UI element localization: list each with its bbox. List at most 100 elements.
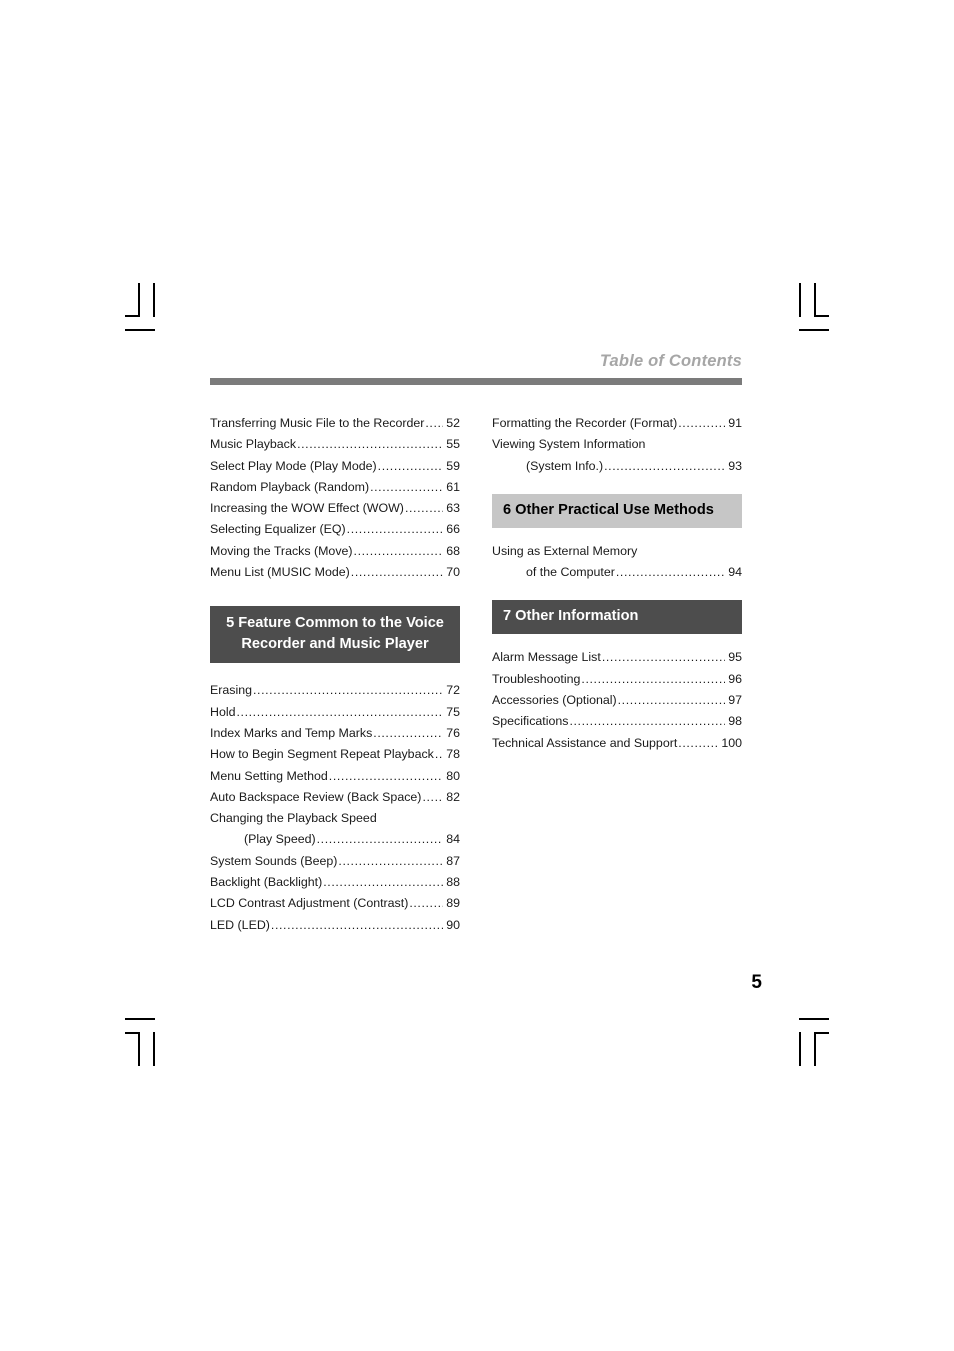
toc-entry[interactable]: Music Playback..........................… [210, 434, 460, 455]
header-rule [210, 378, 742, 385]
toc-entry[interactable]: Menu List (MUSIC Mode)..................… [210, 562, 460, 583]
section-heading-6: 6 Other Practical Use Methods [492, 493, 742, 528]
toc-entry[interactable]: Using as External Memory................… [492, 541, 742, 562]
toc-leader-dots: ........................................… [270, 917, 443, 932]
toc-entry-page-number: 52 [446, 416, 460, 430]
toc-entry-title: LED (LED) [210, 917, 270, 932]
section-heading-5-line2: Recorder and Music Player [241, 636, 429, 653]
toc-leader-dots: ........................................… [297, 437, 443, 452]
toc-entry[interactable]: Viewing System Information..............… [492, 434, 742, 455]
toc-entry-title: LCD Contrast Adjustment (Contrast) [210, 896, 409, 911]
toc-leader-dots: ........................................… [377, 458, 444, 473]
toc-entry[interactable]: (System Info.)..........................… [492, 456, 742, 477]
crop-mark-segment [799, 1032, 801, 1066]
crop-mark-segment [799, 283, 801, 317]
toc-entry[interactable]: How to Begin Segment Repeat Playback....… [210, 744, 460, 765]
toc-entry-title: Viewing System Information [492, 437, 646, 452]
toc-entry[interactable]: LCD Contrast Adjustment (Contrast)......… [210, 893, 460, 914]
crop-mark-segment [814, 1032, 816, 1066]
toc-entry[interactable]: Changing the Playback Speed.............… [210, 808, 460, 829]
toc-leader-dots: ........................................… [601, 650, 725, 665]
toc-entry[interactable]: Alarm Message List......................… [492, 647, 742, 668]
toc-columns: Transferring Music File to the Recorder.… [210, 413, 742, 936]
toc-entry-page-number: 68 [446, 543, 460, 558]
toc-entry[interactable]: Random Playback (Random)................… [210, 477, 460, 498]
toc-entry-title: Backlight (Backlight) [210, 875, 323, 890]
toc-entry[interactable]: Auto Backspace Review (Back Space)......… [210, 787, 460, 808]
toc-entry-page-number: 75 [446, 704, 460, 719]
toc-entry[interactable]: Formatting the Recorder (Format)........… [492, 413, 742, 434]
toc-entry[interactable]: Troubleshooting.........................… [492, 669, 742, 690]
toc-entry-page-number: 76 [446, 725, 460, 740]
toc-entry[interactable]: System Sounds (Beep)....................… [210, 851, 460, 872]
toc-entry[interactable]: Index Marks and Temp Marks..............… [210, 723, 460, 744]
toc-entry-title: Alarm Message List [492, 650, 601, 665]
toc-entry[interactable]: Menu Setting Method.....................… [210, 766, 460, 787]
crop-mark-bottom-left [125, 1018, 173, 1068]
crop-mark-segment [814, 283, 816, 317]
toc-entry[interactable]: Transferring Music File to the Recorder.… [210, 413, 460, 434]
toc-entry[interactable]: Increasing the WOW Effect (WOW).........… [210, 498, 460, 519]
toc-leader-dots: ........................................… [604, 458, 726, 473]
toc-entry-title: Erasing [210, 683, 253, 698]
toc-entry-title: Troubleshooting [492, 671, 581, 686]
crop-mark-segment [125, 1018, 155, 1020]
crop-mark-segment [153, 1032, 155, 1066]
toc-leader-dots: ........................................… [617, 693, 726, 708]
toc-entry-title: Increasing the WOW Effect (WOW) [210, 501, 404, 516]
toc-leader-dots: ........................................… [678, 735, 718, 750]
toc-leader-dots: ........................................… [615, 565, 726, 580]
section-heading-6-line1: 6 Other Practical Use Methods [503, 501, 714, 518]
toc-entry-title: Selecting Equalizer (EQ) [210, 522, 346, 537]
toc-leader-dots: ........................................… [353, 543, 444, 558]
toc-leader-dots: ........................................… [323, 875, 444, 890]
toc-entry[interactable]: Technical Assistance and Support........… [492, 733, 742, 754]
crop-mark-top-right [781, 283, 829, 333]
toc-entry-title: Transferring Music File to the Recorder [210, 416, 425, 430]
toc-leader-dots: ........................................… [581, 671, 725, 686]
toc-entry-title: Using as External Memory [492, 543, 638, 558]
toc-entry-title: Auto Backspace Review (Back Space) [210, 789, 422, 804]
toc-entry-page-number: 61 [446, 479, 460, 494]
toc-entry-title: (System Info.) [526, 458, 604, 473]
toc-entry-page-number: 97 [728, 693, 742, 708]
crop-mark-segment [814, 1032, 829, 1034]
toc-entry-title: Menu List (MUSIC Mode) [210, 565, 350, 580]
toc-entry-page-number: 90 [446, 917, 460, 932]
toc-group-external-memory: Using as External Memory................… [492, 541, 742, 584]
toc-group-common-features: Erasing.................................… [210, 680, 460, 936]
toc-entry-page-number: 78 [446, 747, 460, 762]
crop-mark-segment [125, 329, 155, 331]
toc-leader-dots: ........................................… [434, 747, 443, 762]
toc-leader-dots: ........................................… [409, 896, 443, 911]
toc-entry-title: Specifications [492, 714, 569, 729]
toc-entry[interactable]: Moving the Tracks (Move)................… [210, 541, 460, 562]
toc-entry[interactable]: Select Play Mode (Play Mode)............… [210, 456, 460, 477]
toc-entry[interactable]: Hold....................................… [210, 702, 460, 723]
toc-entry[interactable]: (Play Speed)............................… [210, 829, 460, 850]
toc-entry[interactable]: Specifications..........................… [492, 711, 742, 732]
toc-entry-page-number: 98 [728, 714, 742, 729]
toc-entry[interactable]: LED (LED)...............................… [210, 915, 460, 936]
crop-mark-segment [799, 1018, 829, 1020]
toc-entry[interactable]: Erasing.................................… [210, 680, 460, 701]
toc-entry-title: Technical Assistance and Support [492, 735, 678, 750]
toc-leader-dots: ........................................… [425, 416, 443, 430]
toc-entry-page-number: 84 [446, 832, 460, 847]
toc-entry[interactable]: Selecting Equalizer (EQ)................… [210, 519, 460, 540]
toc-entry[interactable]: Backlight (Backlight)...................… [210, 872, 460, 893]
toc-entry-page-number: 80 [446, 768, 460, 783]
toc-entry-page-number: 93 [728, 458, 742, 473]
toc-entry-title: Random Playback (Random) [210, 479, 370, 494]
toc-group-system: Formatting the Recorder (Format)........… [492, 413, 742, 477]
toc-entry[interactable]: of the Computer.........................… [492, 562, 742, 583]
crop-mark-segment [799, 329, 829, 331]
toc-leader-dots: ........................................… [236, 704, 443, 719]
toc-entry[interactable]: Accessories (Optional)..................… [492, 690, 742, 711]
toc-entry-title: Hold [210, 704, 236, 719]
toc-entry-title: Music Playback [210, 437, 297, 452]
